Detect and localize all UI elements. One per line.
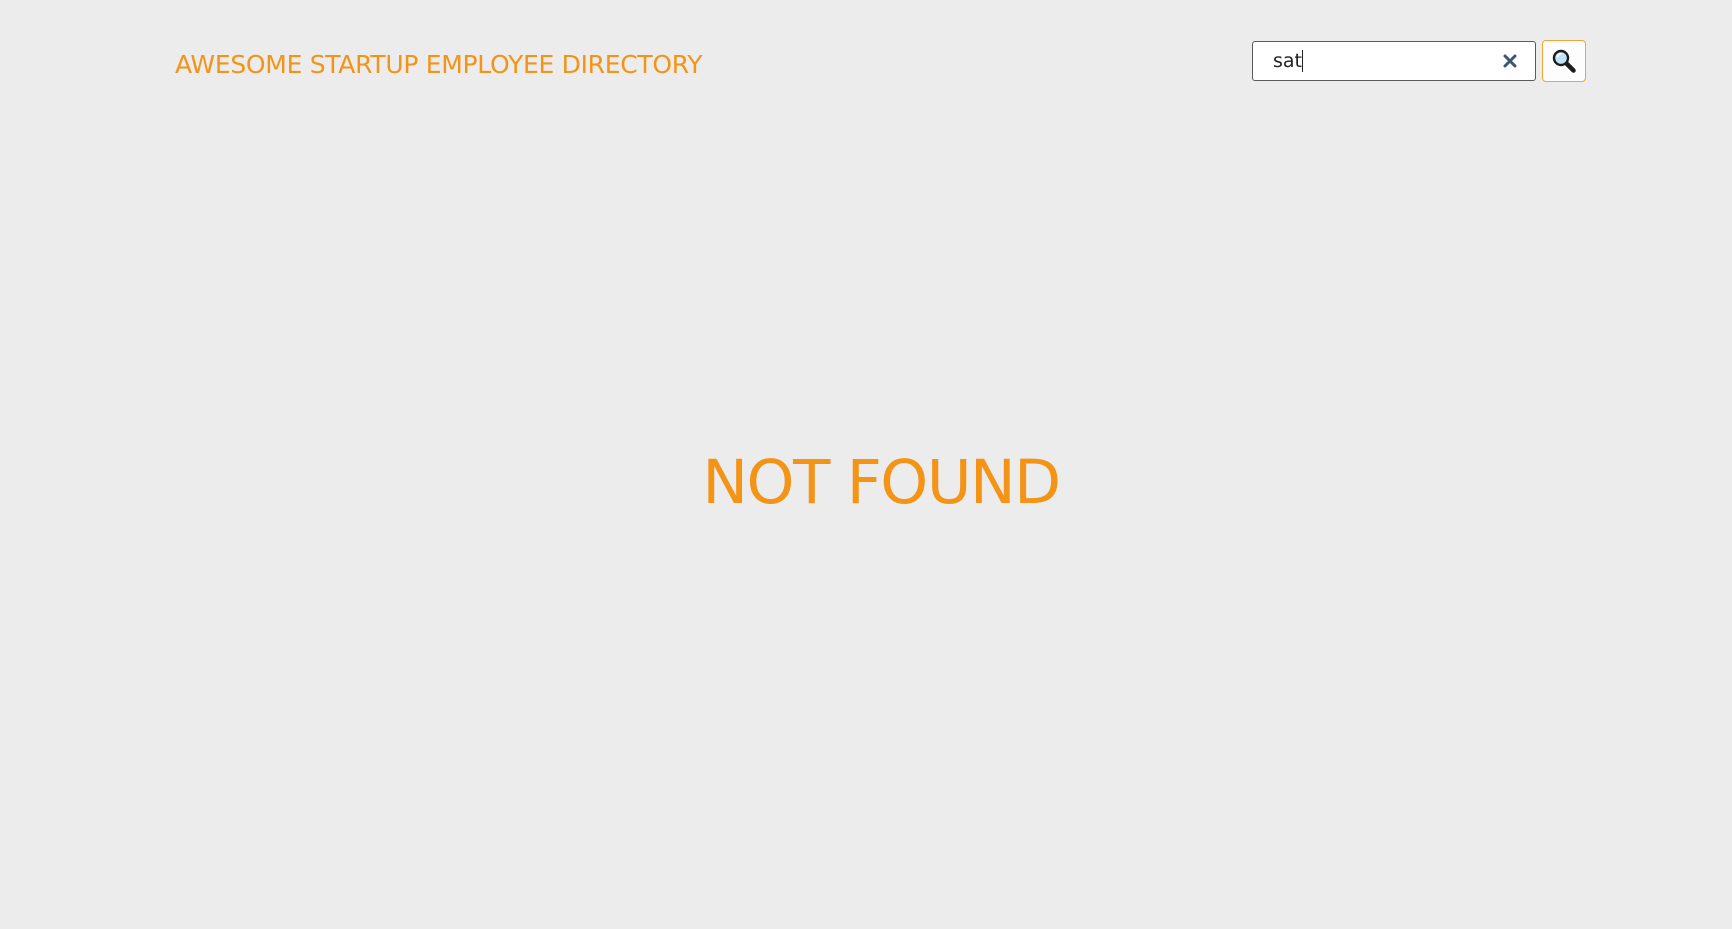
- close-icon: [1503, 54, 1517, 68]
- header: AWESOME STARTUP EMPLOYEE DIRECTORY: [0, 0, 1732, 120]
- clear-search-button[interactable]: [1499, 50, 1521, 72]
- page-title: AWESOME STARTUP EMPLOYEE DIRECTORY: [175, 50, 703, 79]
- search-form: [1252, 40, 1586, 82]
- not-found-message: NOT FOUND: [702, 447, 1061, 518]
- search-box: [1252, 41, 1536, 81]
- search-icon: [1552, 49, 1576, 73]
- main-content: NOT FOUND: [0, 120, 1732, 929]
- text-caret: [1302, 50, 1303, 72]
- search-input[interactable]: [1253, 42, 1493, 80]
- page: AWESOME STARTUP EMPLOYEE DIRECTORY sat N…: [0, 0, 1732, 929]
- search-button[interactable]: [1542, 40, 1586, 82]
